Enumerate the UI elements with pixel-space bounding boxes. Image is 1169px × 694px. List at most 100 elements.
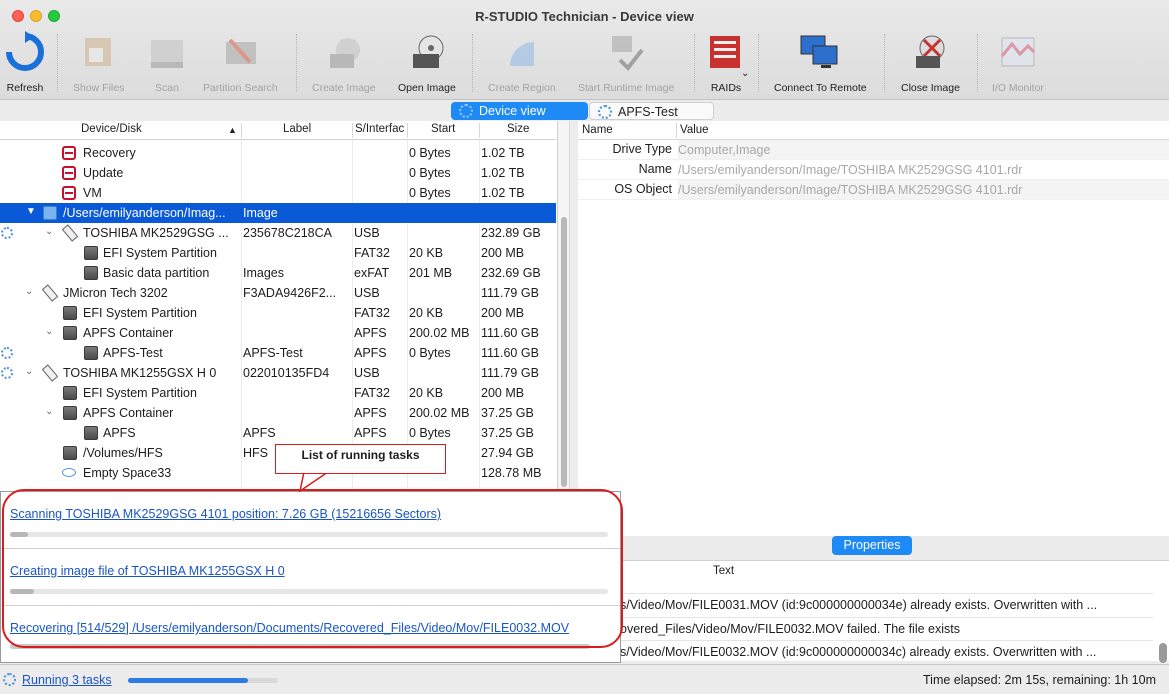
overall-progress-bar <box>128 678 278 683</box>
column-size[interactable]: Size <box>507 123 529 135</box>
open-image-icon <box>405 30 449 74</box>
toolbar-separator <box>296 34 297 92</box>
busy-spinner-icon <box>1 347 13 359</box>
volume-error-icon <box>62 186 76 200</box>
column-device-disk[interactable]: Device/Disk <box>81 123 142 135</box>
partition-icon <box>63 306 77 320</box>
connect-remote-icon <box>798 30 842 74</box>
usb-drive-icon <box>61 224 79 242</box>
properties-header: Name Value <box>578 121 1169 140</box>
container-icon <box>63 326 77 340</box>
column-divider <box>676 123 677 138</box>
tree-row[interactable]: EFI System Partition FAT32 20 KB 200 MB <box>0 303 556 323</box>
column-start[interactable]: Start <box>431 123 455 135</box>
io-monitor-icon <box>996 30 1040 74</box>
tree-row[interactable]: ⌄ TOSHIBA MK1255GSX H 0 022010135FD4 USB… <box>0 363 556 383</box>
log-pane: Text s/Video/Mov/FILE0031.MOV (id:9c0000… <box>578 560 1169 663</box>
partition-icon <box>63 386 77 400</box>
overall-progress-fill <box>128 678 248 683</box>
tree-row[interactable]: EFI System Partition FAT32 20 KB 200 MB <box>0 243 556 263</box>
usb-drive-icon <box>41 364 59 382</box>
callout-pointer <box>299 472 330 492</box>
show-files-button[interactable]: Show Files <box>73 30 124 96</box>
chevron-down-icon[interactable]: ⌄ <box>45 226 53 237</box>
callout-highlight <box>2 489 623 648</box>
sort-ascending-icon: ▲ <box>228 125 237 135</box>
busy-spinner-icon <box>1 367 13 379</box>
column-text[interactable]: Text <box>713 565 734 577</box>
chevron-down-icon[interactable]: ⌄ <box>25 286 33 297</box>
scan-button[interactable]: Scan <box>145 30 189 96</box>
property-row[interactable]: OS Object /Users/emilyanderson/Image/TOS… <box>578 180 1169 200</box>
tree-header: Device/Disk ▲ Label S/Interfac Start Siz… <box>0 121 556 140</box>
log-line[interactable]: overed_Files/Video/Mov/FILE0032.MOV fail… <box>578 617 1153 639</box>
chevron-down-icon[interactable]: ⌄ <box>45 406 53 417</box>
property-row[interactable]: Drive Type Computer,Image <box>578 140 1169 160</box>
title-bar: R-STUDIO Technician - Device view Refres… <box>0 0 1169 100</box>
io-monitor-button[interactable]: I/O Monitor <box>992 30 1044 96</box>
column-divider <box>352 123 353 138</box>
tree-row-selected[interactable]: ▼ /Users/emilyanderson/Imag... Image <box>0 203 556 223</box>
log-line[interactable]: s/Video/Mov/FILE0032.MOV (id:9c000000000… <box>578 640 1153 662</box>
callout-label: List of running tasks <box>275 444 446 474</box>
toolbar-separator <box>472 34 473 92</box>
create-image-button[interactable]: Create Image <box>312 30 376 96</box>
chevron-down-icon[interactable]: ▼ <box>26 206 36 217</box>
column-divider <box>479 123 480 138</box>
tree-row[interactable]: ⌄ APFS Container APFS 200.02 MB 37.25 GB <box>0 403 556 423</box>
close-image-icon <box>908 30 952 74</box>
tree-row[interactable]: ⌄ TOSHIBA MK2529GSG ... 235678C218CA USB… <box>0 223 556 243</box>
column-divider <box>407 123 408 138</box>
partition-icon <box>84 266 98 280</box>
tree-row[interactable]: ⌄ APFS Container APFS 200.02 MB 111.60 G… <box>0 323 556 343</box>
refresh-icon <box>3 30 47 74</box>
tree-row[interactable]: ⌄ JMicron Tech 3202 F3ADA9426F2... USB 1… <box>0 283 556 303</box>
window-title: R-STUDIO Technician - Device view <box>475 9 694 24</box>
volume-icon <box>84 346 98 360</box>
time-status: Time elapsed: 2m 15s, remaining: 1h 10m <box>923 673 1156 687</box>
refresh-button[interactable]: Refresh <box>3 30 47 96</box>
tab-properties[interactable]: Properties <box>832 536 912 555</box>
toolbar: Refresh Show Files Scan Partition Search <box>0 30 1169 96</box>
scan-icon <box>145 30 189 74</box>
chevron-down-icon[interactable]: ⌄ <box>741 68 749 79</box>
scrollbar-thumb[interactable] <box>561 217 567 487</box>
spinner-icon <box>459 104 473 118</box>
busy-spinner-icon <box>1 227 13 239</box>
runtime-image-icon <box>604 30 648 74</box>
running-tasks-link[interactable]: Running 3 tasks <box>22 673 112 687</box>
column-name[interactable]: Name <box>582 124 613 136</box>
log-line[interactable]: s/Video/Mov/FILE0031.MOV (id:9c000000000… <box>578 593 1153 615</box>
log-scrollbar-thumb[interactable] <box>1159 643 1167 663</box>
partition-search-button[interactable]: Partition Search <box>203 30 278 96</box>
tree-row[interactable]: APFS-Test APFS-Test APFS 0 Bytes 111.60 … <box>0 343 556 363</box>
chevron-down-icon[interactable]: ⌄ <box>25 366 33 377</box>
property-row[interactable]: Name /Users/emilyanderson/Image/TOSHIBA … <box>578 160 1169 180</box>
tree-row[interactable]: EFI System Partition FAT32 20 KB 200 MB <box>0 383 556 403</box>
close-image-button[interactable]: Close Image <box>901 30 960 96</box>
tab-apfs-test[interactable]: APFS-Test <box>589 102 714 120</box>
column-label[interactable]: Label <box>283 123 311 135</box>
tree-row[interactable]: APFS APFS APFS 0 Bytes 37.25 GB <box>0 423 556 443</box>
tree-row[interactable]: VM 0 Bytes 1.02 TB <box>0 183 556 203</box>
open-image-button[interactable]: Open Image <box>398 30 456 96</box>
chevron-down-icon[interactable]: ⌄ <box>45 326 53 337</box>
column-interface[interactable]: S/Interfac <box>355 123 404 135</box>
toolbar-separator <box>694 34 695 92</box>
show-files-icon <box>77 30 121 74</box>
toolbar-separator <box>884 34 885 92</box>
tree-row[interactable]: Update 0 Bytes 1.02 TB <box>0 163 556 183</box>
volume-icon <box>63 446 77 460</box>
raids-button[interactable]: RAIDs <box>704 30 748 96</box>
tab-device-view[interactable]: Device view <box>451 102 588 120</box>
empty-space-icon <box>62 468 76 477</box>
start-runtime-image-button[interactable]: Start Runtime Image <box>578 30 674 96</box>
tree-row[interactable]: Basic data partition Images exFAT 201 MB… <box>0 263 556 283</box>
volume-error-icon <box>62 146 76 160</box>
create-region-icon <box>500 30 544 74</box>
container-icon <box>63 406 77 420</box>
tree-row[interactable]: Recovery 0 Bytes 1.02 TB <box>0 143 556 163</box>
connect-to-remote-button[interactable]: Connect To Remote <box>774 30 867 96</box>
create-region-button[interactable]: Create Region <box>488 30 556 96</box>
column-value[interactable]: Value <box>680 124 709 136</box>
